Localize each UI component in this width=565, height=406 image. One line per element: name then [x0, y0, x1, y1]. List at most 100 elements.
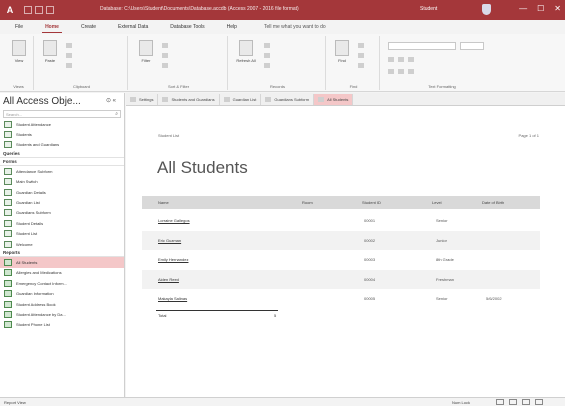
table-cell[interactable]: Aiden Reed: [158, 277, 179, 282]
highlight-button[interactable]: [398, 68, 406, 75]
tab-file[interactable]: File: [12, 22, 26, 32]
font-color-button[interactable]: [388, 68, 396, 75]
nav-form-item[interactable]: Attendance Subform: [0, 166, 124, 176]
nav-form-item[interactable]: Main Switch: [0, 177, 124, 187]
nav-report-item[interactable]: All Students: [0, 257, 124, 268]
table-row: Emily Hernandez 00003 8th Grade: [142, 250, 540, 269]
filter-button[interactable]: Filter: [136, 40, 156, 63]
tab-external-data[interactable]: External Data: [115, 22, 151, 32]
close-button[interactable]: ✕: [554, 4, 561, 13]
maximize-button[interactable]: ☐: [537, 4, 544, 13]
copy-button[interactable]: [66, 52, 74, 59]
tab-create[interactable]: Create: [78, 22, 99, 32]
document-tab[interactable]: Settings: [126, 94, 159, 105]
chevron-down-icon[interactable]: ⊙ «: [106, 97, 116, 104]
document-tab[interactable]: Students and Guardians: [158, 94, 220, 105]
undo-icon[interactable]: [35, 6, 43, 14]
table-cell[interactable]: Makayla Salinas: [158, 296, 187, 301]
nav-category-reports[interactable]: Reports: [0, 249, 124, 258]
nav-report-item[interactable]: Student Attendance by Da...: [0, 309, 124, 319]
column-header-dob: Date of Birth: [482, 200, 505, 205]
table-cell: Freshman: [436, 276, 455, 282]
find-icon: [335, 40, 349, 56]
nav-form-item[interactable]: Welcome: [0, 239, 124, 249]
descending-button[interactable]: [162, 52, 170, 59]
nav-table-item[interactable]: Student Attendance: [0, 119, 124, 129]
group-views: View Views: [4, 36, 34, 90]
window-title: Database: C:\Users\Student\Documents\Dat…: [100, 6, 299, 12]
ascending-button[interactable]: [162, 42, 170, 49]
cut-button[interactable]: [66, 42, 74, 49]
tell-me-search[interactable]: Tell me what you want to do: [264, 24, 326, 30]
document-tab-label: Students and Guardians: [171, 97, 215, 102]
nav-form-item[interactable]: Guardian List: [0, 197, 124, 207]
find-button[interactable]: Find: [332, 40, 352, 63]
nav-table-item[interactable]: Students and Guardians: [0, 140, 124, 150]
font-size-combo[interactable]: [460, 42, 484, 50]
refresh-all-button[interactable]: Refresh All: [236, 40, 256, 63]
print-preview-icon[interactable]: [509, 399, 517, 405]
goto-button[interactable]: [358, 52, 366, 59]
font-name-combo[interactable]: [388, 42, 456, 50]
document-tab[interactable]: Guardian List: [220, 94, 262, 105]
new-record-icon: [264, 43, 270, 48]
minimize-button[interactable]: —: [519, 4, 527, 13]
format-painter-button[interactable]: [66, 62, 74, 69]
nav-category-forms[interactable]: Forms: [0, 158, 124, 167]
tab-help[interactable]: Help: [224, 22, 240, 32]
delete-icon: [264, 63, 270, 68]
nav-report-item[interactable]: Emergency Contact Inform...: [0, 278, 124, 288]
nav-pane-header[interactable]: All Access Obje... ⊙ «: [0, 93, 124, 109]
new-record-button[interactable]: [264, 42, 272, 49]
bold-button[interactable]: [388, 56, 396, 63]
delete-record-button[interactable]: [264, 62, 272, 69]
nav-report-item[interactable]: Student Address Book: [0, 299, 124, 309]
save-icon[interactable]: [24, 6, 32, 14]
nav-table-item[interactable]: Students: [0, 129, 124, 139]
nav-item-label: Student Attendance by Da...: [16, 311, 66, 317]
report-subtitle: Student List: [158, 133, 180, 138]
find-label: Find: [338, 58, 346, 63]
nav-item-label: Guardian Details: [16, 189, 46, 195]
underline-button[interactable]: [408, 56, 416, 63]
nav-form-item[interactable]: Guardians Subform: [0, 208, 124, 218]
remove-sort-button[interactable]: [162, 62, 170, 69]
status-view-name: Report View: [4, 400, 26, 405]
report-view-icon[interactable]: [496, 399, 504, 405]
nav-report-item[interactable]: Guardian Information: [0, 288, 124, 298]
report-icon: [4, 300, 12, 308]
nav-search-input[interactable]: Search... ⌕: [3, 110, 121, 118]
object-icon: [223, 97, 230, 102]
nav-report-item[interactable]: Allergies and Medications: [0, 268, 124, 278]
italic-button[interactable]: [398, 56, 406, 63]
account-icon[interactable]: [482, 4, 491, 15]
nav-report-item[interactable]: Student Phone List: [0, 320, 124, 330]
align-left-button[interactable]: [408, 68, 416, 75]
nav-form-item[interactable]: Student Details: [0, 218, 124, 228]
nav-form-item[interactable]: Student List: [0, 229, 124, 239]
nav-category-queries[interactable]: Queries: [0, 150, 124, 159]
italic-icon: [398, 57, 404, 62]
layout-view-icon[interactable]: [522, 399, 530, 405]
table-cell[interactable]: Lorraine Gallegos: [158, 218, 190, 223]
form-icon: [4, 240, 12, 248]
redo-icon[interactable]: [46, 6, 54, 14]
nav-form-item[interactable]: Guardian Details: [0, 187, 124, 197]
table-icon: [4, 141, 12, 149]
tab-home[interactable]: Home: [42, 22, 62, 33]
table-cell[interactable]: Emily Hernandez: [158, 257, 188, 262]
document-tab[interactable]: All Students: [314, 94, 354, 105]
replace-button[interactable]: [358, 42, 366, 49]
save-record-button[interactable]: [264, 52, 272, 59]
quick-access-toolbar: [24, 6, 54, 14]
paste-button[interactable]: Paste: [40, 40, 60, 63]
view-button[interactable]: View: [9, 40, 29, 63]
tab-database-tools[interactable]: Database Tools: [167, 22, 207, 32]
table-cell: 00002: [364, 237, 376, 243]
document-tab[interactable]: Guardians Subform: [261, 94, 315, 105]
table-cell[interactable]: Eric Guzman: [158, 238, 181, 243]
select-button[interactable]: [358, 62, 366, 69]
group-find: Find Find: [328, 36, 380, 90]
design-view-icon[interactable]: [535, 399, 543, 405]
user-name[interactable]: Student: [420, 6, 437, 12]
